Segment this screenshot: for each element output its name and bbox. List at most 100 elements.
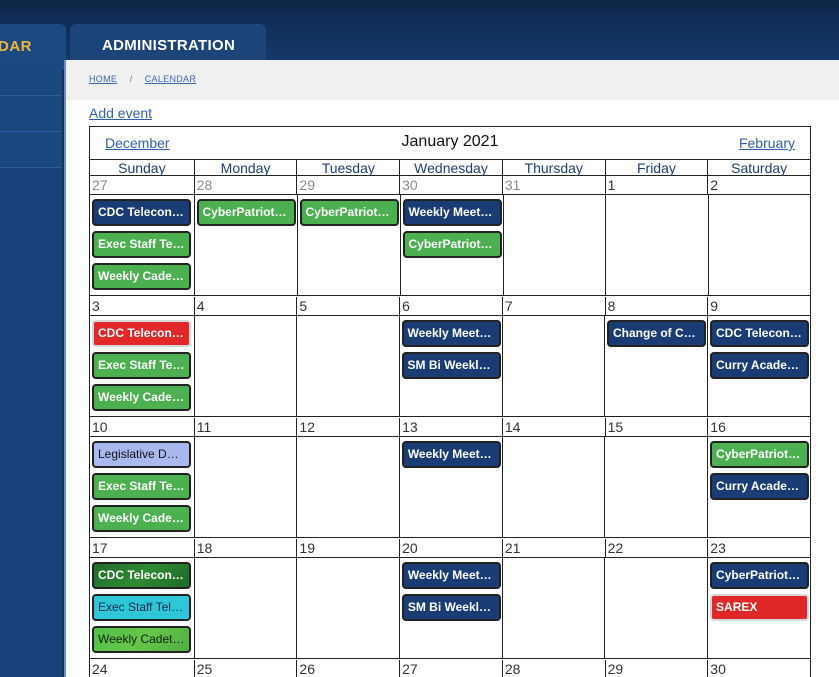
- calendar-event[interactable]: Weekly Meeting: [401, 320, 501, 347]
- calendar-event[interactable]: CDC Teleconfer…: [92, 562, 191, 589]
- day-cell[interactable]: [707, 195, 811, 296]
- day-cell[interactable]: [605, 195, 708, 296]
- day-number[interactable]: 17: [90, 539, 194, 558]
- calendar-event[interactable]: CDC Teleconfer…: [92, 199, 191, 226]
- day-cell[interactable]: CyberPatriot Tr…: [193, 195, 297, 296]
- day-number[interactable]: 1: [604, 176, 708, 195]
- calendar-event[interactable]: SAREX: [710, 594, 810, 621]
- day-number[interactable]: 3: [90, 297, 194, 316]
- day-cell[interactable]: Change of Com…: [604, 316, 707, 417]
- sidebar-item[interactable]: [0, 96, 62, 132]
- day-number[interactable]: 22: [604, 539, 708, 558]
- day-number[interactable]: 14: [501, 418, 605, 437]
- calendar-event[interactable]: Weekly Cadet S…: [92, 263, 191, 290]
- calendar-event[interactable]: Curry Academy…: [710, 352, 809, 379]
- calendar-event[interactable]: Curry Academy…: [710, 473, 810, 500]
- day-number[interactable]: 21: [501, 539, 605, 558]
- day-number[interactable]: 11: [193, 418, 297, 437]
- day-number[interactable]: 7: [501, 297, 605, 316]
- day-cell[interactable]: CyberPatriot Tr…: [296, 195, 400, 296]
- day-cell[interactable]: Weekly Meeting: [398, 437, 502, 538]
- day-cell[interactable]: [501, 316, 605, 417]
- add-event-link[interactable]: Add event: [89, 105, 152, 121]
- calendar-event[interactable]: Exec Staff Tele…: [92, 594, 191, 621]
- day-number[interactable]: 28: [501, 660, 605, 677]
- day-number[interactable]: 18: [193, 539, 297, 558]
- weekday-header: Sunday: [118, 160, 166, 176]
- day-cell[interactable]: [193, 316, 297, 417]
- day-number[interactable]: 13: [399, 418, 502, 437]
- calendar-event[interactable]: Exec Staff Tele…: [92, 231, 191, 258]
- day-cell[interactable]: Weekly Meeting SM Bi Weekly …: [398, 558, 502, 659]
- day-cell[interactable]: CyberPatriot Tr… Curry Academy…: [707, 437, 810, 538]
- day-cell[interactable]: [502, 195, 606, 296]
- calendar-event[interactable]: Weekly Meeting: [401, 441, 501, 468]
- calendar-event[interactable]: CyberPatriot Tr…: [196, 199, 296, 226]
- day-number[interactable]: 20: [399, 539, 502, 558]
- day-number[interactable]: 31: [501, 176, 605, 195]
- day-number[interactable]: 19: [296, 539, 399, 558]
- day-cell[interactable]: [604, 437, 707, 538]
- day-number[interactable]: 26: [296, 660, 399, 677]
- day-cell[interactable]: Legislative Day… Exec Staff Tele… Weekly C…: [90, 437, 194, 538]
- left-sidebar: [0, 60, 62, 677]
- day-cell[interactable]: CDC Teleconfer… Exec Staff Tele… Weekly Ca…: [90, 195, 194, 296]
- breadcrumb-calendar-link[interactable]: CALENDAR: [145, 74, 196, 84]
- day-number[interactable]: 28: [193, 176, 297, 195]
- day-number[interactable]: 15: [604, 418, 708, 437]
- day-number[interactable]: 5: [296, 297, 399, 316]
- day-cell[interactable]: Weekly Meeting SM Bi Weekly …: [398, 316, 502, 417]
- breadcrumb-home-link[interactable]: HOME: [89, 74, 117, 84]
- calendar-event[interactable]: CyberPatriot Tr…: [710, 441, 810, 468]
- day-number[interactable]: 9: [707, 297, 810, 316]
- day-cell[interactable]: CDC Teleconfer… Exec Staff Tele… Weekly Ca…: [90, 316, 194, 417]
- day-number[interactable]: 27: [399, 660, 502, 677]
- day-cell[interactable]: [296, 437, 399, 538]
- day-cell[interactable]: [193, 437, 297, 538]
- calendar-event[interactable]: Weekly Meeting: [402, 199, 502, 226]
- calendar-event[interactable]: CyberPatriot C…: [710, 562, 810, 589]
- day-number[interactable]: 23: [707, 539, 810, 558]
- day-cell[interactable]: [501, 437, 605, 538]
- calendar-event[interactable]: Weekly Cadet S…: [92, 505, 191, 532]
- next-month-link[interactable]: February: [739, 135, 795, 151]
- day-number[interactable]: 10: [90, 418, 194, 437]
- calendar-event[interactable]: CDC Teleconfer…: [92, 320, 191, 347]
- calendar-event[interactable]: CDC Teleconfer…: [710, 320, 809, 347]
- calendar-event[interactable]: Weekly Meeting: [401, 562, 501, 589]
- day-cell[interactable]: Weekly Meeting CyberPatriot Tr…: [399, 195, 503, 296]
- day-number[interactable]: 24: [90, 660, 194, 677]
- calendar-event[interactable]: CyberPatriot Tr…: [299, 199, 399, 226]
- day-number[interactable]: 30: [399, 176, 502, 195]
- day-number[interactable]: 25: [193, 660, 297, 677]
- day-cell[interactable]: [604, 558, 707, 659]
- day-number[interactable]: 27: [90, 176, 194, 195]
- sidebar-item[interactable]: [0, 60, 62, 96]
- day-number[interactable]: 16: [707, 418, 810, 437]
- calendar-event[interactable]: Exec Staff Tele…: [92, 473, 191, 500]
- day-number[interactable]: 2: [707, 176, 810, 195]
- calendar-event[interactable]: Change of Com…: [607, 320, 706, 347]
- day-number[interactable]: 6: [399, 297, 502, 316]
- day-number[interactable]: 8: [604, 297, 708, 316]
- calendar-event[interactable]: SM Bi Weekly …: [401, 352, 501, 379]
- day-cell[interactable]: [193, 558, 297, 659]
- day-cell[interactable]: CyberPatriot C… SAREX: [707, 558, 810, 659]
- calendar-event[interactable]: Weekly Cadet S…: [92, 384, 191, 411]
- calendar-event[interactable]: SM Bi Weekly …: [401, 594, 501, 621]
- calendar-event[interactable]: Exec Staff Tele…: [92, 352, 191, 379]
- sidebar-item[interactable]: [0, 132, 62, 168]
- day-cell[interactable]: [501, 558, 605, 659]
- day-cell[interactable]: CDC Teleconfer… Curry Academy…: [707, 316, 810, 417]
- calendar-event[interactable]: Weekly Cadet S…: [92, 626, 191, 653]
- day-number[interactable]: 12: [296, 418, 399, 437]
- day-cell[interactable]: [296, 558, 399, 659]
- day-number[interactable]: 29: [296, 176, 399, 195]
- day-cell[interactable]: CDC Teleconfer… Exec Staff Tele… Weekly Ca…: [90, 558, 194, 659]
- calendar-event[interactable]: Legislative Day…: [92, 441, 191, 468]
- calendar-event[interactable]: CyberPatriot Tr…: [402, 231, 502, 258]
- day-number[interactable]: 29: [604, 660, 708, 677]
- day-number[interactable]: 4: [193, 297, 297, 316]
- day-cell[interactable]: [296, 316, 399, 417]
- day-number[interactable]: 30: [707, 660, 810, 677]
